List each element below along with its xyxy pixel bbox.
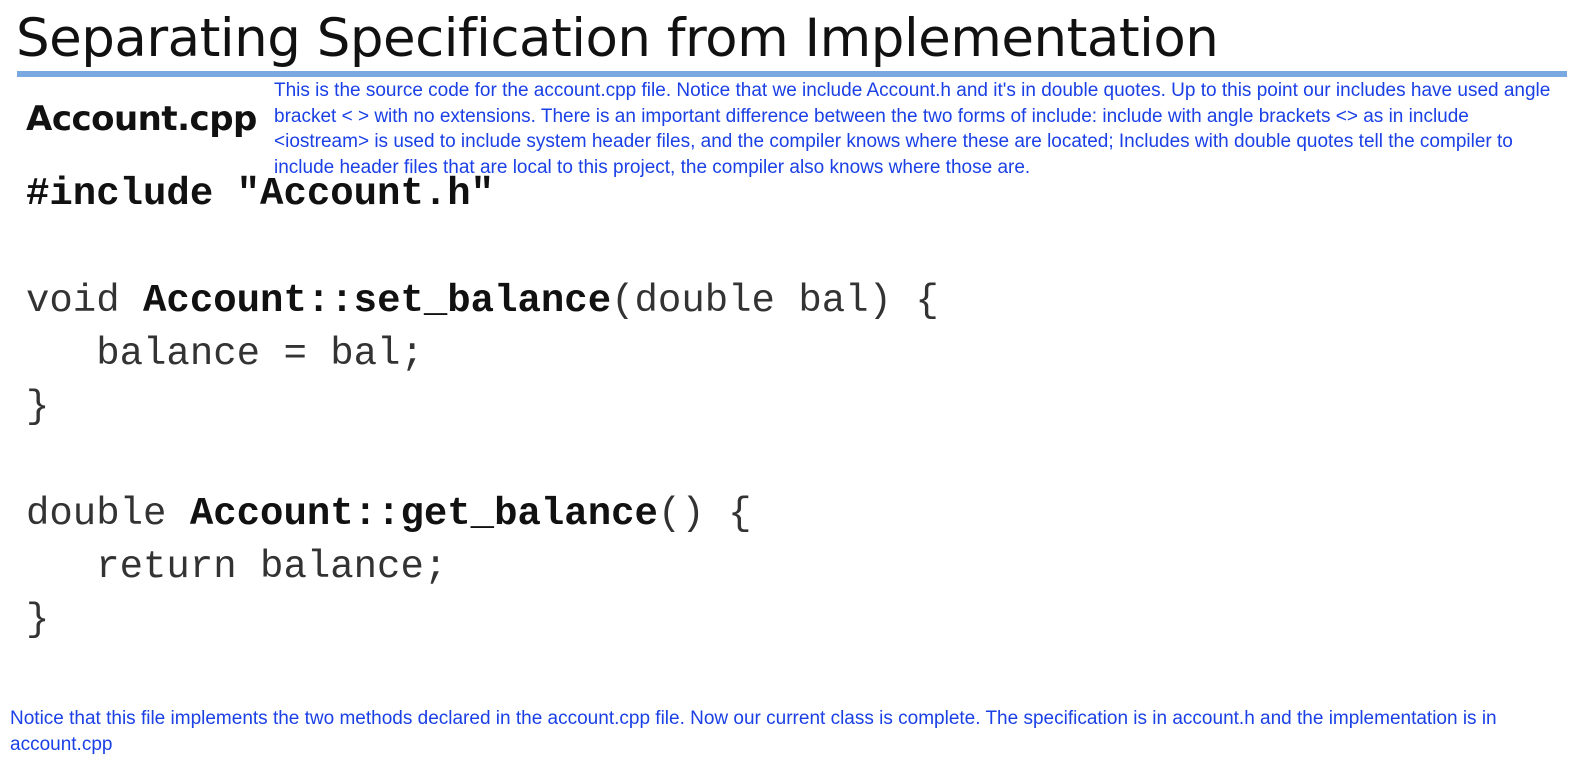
annotation-note-top: This is the source code for the account.… xyxy=(274,80,1551,178)
slide-title: Separating Specification from Implementa… xyxy=(16,8,1219,69)
file-label: Account.cpp xyxy=(26,99,257,139)
code-include-line: #include "Account.h" xyxy=(26,172,495,216)
code-get-balance-params: () { xyxy=(657,492,752,536)
title-underline xyxy=(17,71,1567,77)
code-set-balance-close: } xyxy=(26,385,50,429)
annotation-note-bottom: Notice that this file implements the two… xyxy=(10,708,1497,755)
code-set-balance-signature: void Account::set_balance(double bal) { xyxy=(26,277,939,325)
code-set-balance-body: balance = bal; xyxy=(26,332,424,376)
code-set-balance-params: (double bal) { xyxy=(611,279,939,323)
code-set-balance-return-type: void xyxy=(26,279,144,323)
code-get-balance-close: } xyxy=(26,598,50,642)
code-get-balance-return-type: double xyxy=(26,492,190,536)
code-get-balance-name: Account::get_balance xyxy=(189,492,658,536)
code-get-balance-signature: double Account::get_balance() { xyxy=(26,490,752,538)
code-get-balance-body: return balance; xyxy=(26,545,448,589)
code-set-balance-name: Account::set_balance xyxy=(143,279,612,323)
